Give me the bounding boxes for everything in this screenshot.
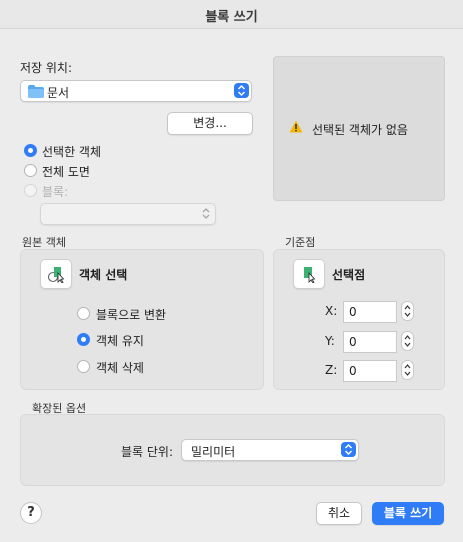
radio-selected-objects[interactable] — [24, 144, 37, 157]
z-input[interactable]: 0 — [343, 360, 397, 382]
radio-delete-objects-label: 객체 삭제 — [96, 361, 144, 375]
radio-entire-drawing-label: 전체 도면 — [42, 165, 90, 179]
write-block-dialog: 블록 쓰기 저장 위치: 문서 변경... 선택된 객체가 없음 선택한 객체 … — [0, 0, 463, 542]
chevron-updown-icon — [341, 442, 356, 457]
x-value: 0 — [349, 305, 357, 319]
preview-message: 선택된 객체가 없음 — [312, 123, 408, 137]
help-button[interactable]: ? — [20, 502, 42, 524]
select-objects-icon-button[interactable] — [40, 259, 72, 289]
radio-delete-objects[interactable] — [77, 360, 90, 373]
chevron-updown-icon — [234, 83, 249, 98]
objects-group-label: 원본 객체 — [22, 236, 66, 249]
select-objects-icon — [47, 265, 66, 286]
pick-point-icon — [301, 265, 319, 286]
z-label: Z: — [325, 363, 338, 377]
y-stepper[interactable] — [401, 331, 414, 351]
z-stepper[interactable] — [401, 360, 414, 380]
pick-point-label: 선택점 — [332, 268, 366, 282]
radio-convert-to-block[interactable] — [77, 307, 90, 320]
base-point-group: 선택점 X: 0 Y: 0 Z: 0 — [273, 249, 445, 390]
block-dropdown[interactable] — [40, 203, 216, 225]
z-value: 0 — [349, 364, 357, 378]
change-button[interactable]: 변경... — [167, 112, 253, 135]
preview-panel: 선택된 객체가 없음 — [273, 56, 445, 201]
radio-retain-objects-label: 객체 유지 — [96, 334, 144, 348]
block-units-value: 밀리미터 — [191, 445, 236, 459]
write-block-button[interactable]: 블록 쓰기 — [372, 502, 444, 525]
cancel-button[interactable]: 취소 — [316, 502, 362, 525]
radio-selected-objects-label: 선택한 객체 — [42, 145, 102, 159]
warning-icon — [289, 120, 303, 136]
select-objects-label: 객체 선택 — [79, 268, 128, 282]
title-bar: 블록 쓰기 — [0, 0, 463, 29]
radio-block-label: 블록: — [42, 185, 69, 199]
y-label: Y: — [325, 334, 335, 348]
y-input[interactable]: 0 — [343, 331, 397, 353]
extended-options-group: 블록 단위: 밀리미터 — [20, 414, 445, 486]
radio-retain-objects[interactable] — [77, 333, 90, 346]
radio-block[interactable] — [24, 184, 37, 197]
save-location-label: 저장 위치: — [20, 61, 73, 75]
radio-convert-to-block-label: 블록으로 변환 — [96, 308, 167, 322]
save-location-value: 문서 — [47, 86, 70, 100]
radio-entire-drawing[interactable] — [24, 164, 37, 177]
pick-point-icon-button[interactable] — [293, 259, 325, 289]
chevron-updown-icon — [201, 206, 211, 224]
base-point-group-label: 기준점 — [285, 236, 316, 249]
dialog-title: 블록 쓰기 — [205, 10, 258, 25]
y-value: 0 — [349, 335, 357, 349]
folder-icon — [28, 85, 44, 101]
objects-group: 객체 선택 블록으로 변환 객체 유지 객체 삭제 — [20, 249, 264, 390]
x-stepper[interactable] — [401, 301, 414, 321]
block-units-label: 블록 단위: — [121, 445, 174, 459]
x-label: X: — [325, 304, 338, 318]
block-units-dropdown[interactable]: 밀리미터 — [181, 439, 359, 461]
save-location-dropdown[interactable]: 문서 — [20, 80, 252, 102]
x-input[interactable]: 0 — [343, 301, 397, 323]
